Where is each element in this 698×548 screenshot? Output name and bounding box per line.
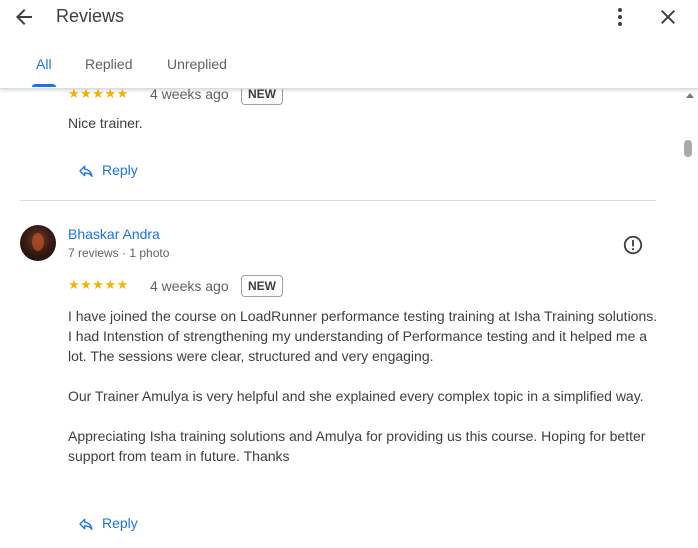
tab-unreplied[interactable]: Unreplied	[167, 56, 227, 72]
more-vert-icon	[618, 8, 622, 26]
tab-replied[interactable]: Replied	[85, 56, 132, 72]
review-divider	[20, 200, 656, 201]
scroll-thumb[interactable]	[684, 140, 692, 157]
reviews-header: Reviews All Replied Unreplied	[0, 0, 698, 89]
review-text: Nice trainer.	[68, 115, 143, 131]
new-badge: NEW	[241, 88, 283, 105]
reply-button[interactable]: Reply	[78, 161, 148, 181]
new-badge: NEW	[241, 275, 283, 297]
close-icon	[661, 10, 675, 24]
reply-label: Reply	[102, 515, 138, 531]
report-button[interactable]	[622, 234, 644, 256]
reviewer-name[interactable]: Bhaskar Andra	[68, 226, 160, 242]
scroll-up-arrow[interactable]	[686, 93, 694, 98]
reviews-list: ★★★★★ 4 weeks ago NEW Nice trainer. Repl…	[0, 88, 682, 548]
reply-icon	[79, 165, 93, 177]
page-title: Reviews	[56, 6, 125, 26]
active-tab-indicator	[32, 84, 56, 87]
reply-label: Reply	[102, 162, 138, 178]
reviewer-meta: 7 reviews · 1 photo	[68, 246, 170, 260]
review-rating-stars: ★★★★★	[68, 277, 129, 292]
close-button[interactable]	[656, 5, 680, 29]
report-icon	[623, 235, 643, 255]
reply-icon	[79, 518, 93, 530]
avatar[interactable]	[20, 225, 56, 261]
review-date: 4 weeks ago	[150, 278, 229, 294]
back-button[interactable]	[12, 5, 36, 29]
review-text: I have joined the course on LoadRunner p…	[68, 308, 658, 464]
more-options-button[interactable]	[608, 5, 632, 29]
reply-button[interactable]: Reply	[78, 514, 148, 534]
tab-all[interactable]: All	[36, 56, 52, 72]
review-date: 4 weeks ago	[150, 88, 229, 102]
arrow-back-icon	[16, 9, 32, 25]
review-rating-stars: ★★★★★	[68, 88, 129, 101]
scrollbar[interactable]	[682, 88, 698, 548]
